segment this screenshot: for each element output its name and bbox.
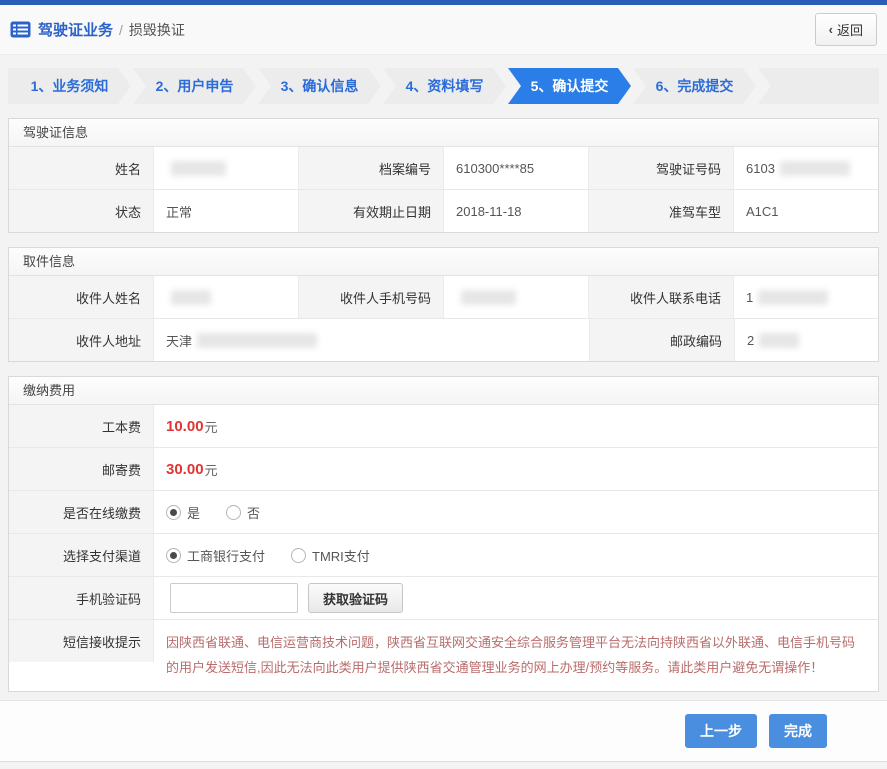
step-4-fill-materials[interactable]: 4、资料填写: [383, 68, 506, 104]
vehicle-type-value: A1C1: [734, 190, 878, 232]
redacted-license-no: [779, 160, 850, 176]
postcode-label: 邮政编码: [590, 319, 735, 361]
recipient-mobile-label: 收件人手机号码: [299, 276, 444, 318]
mailing-fee-amount: 30.00: [166, 460, 204, 478]
back-button-label: 返回: [836, 23, 863, 38]
license-business-icon: [10, 21, 31, 38]
breadcrumb-separator: /: [119, 21, 123, 38]
expiry-value: 2018-11-18: [444, 190, 589, 232]
status-label: 状态: [9, 190, 154, 232]
channel-icbc-label: 工商银行支付: [187, 548, 266, 564]
radio-icon: [166, 504, 181, 520]
recipient-phone-value: 1: [734, 276, 878, 318]
online-pay-label: 是否在线缴费: [9, 491, 154, 533]
status-value: 正常: [154, 190, 299, 232]
redacted-postcode: [759, 332, 800, 348]
sms-notice-label: 短信接收提示: [9, 620, 154, 662]
production-fee-amount: 10.00: [166, 417, 204, 435]
table-row: 收件人地址 天津 邮政编码 2: [9, 319, 878, 361]
online-pay-yes-label: 是: [187, 505, 201, 521]
captcha-label: 手机验证码: [9, 577, 154, 619]
captcha-input[interactable]: [170, 583, 298, 613]
production-fee-label: 工本费: [9, 405, 154, 447]
step-2-user-declaration[interactable]: 2、用户申告: [133, 68, 256, 104]
step-5-confirm-submit[interactable]: 5、确认提交: [508, 68, 631, 104]
online-pay-options: 是 否: [154, 491, 878, 533]
radio-icon: [226, 504, 242, 520]
file-no-label: 档案编号: [299, 147, 444, 189]
table-row: 姓名 档案编号 610300****85 驾驶证号码 6103: [9, 147, 878, 190]
breadcrumb-current: 损毁换证: [128, 21, 185, 38]
online-pay-no-radio[interactable]: 否: [226, 503, 260, 522]
channel-tmri-label: TMRI支付: [312, 548, 370, 564]
fee-unit: 元: [204, 419, 218, 435]
step-1-business-notice[interactable]: 1、业务须知: [8, 68, 131, 104]
payment-panel: 缴纳费用 工本费 10.00 元 邮寄费 30.00 元 是否在线缴费 是 否 …: [8, 376, 879, 692]
production-fee-row: 工本费 10.00 元: [9, 405, 878, 448]
fee-unit: 元: [204, 462, 218, 478]
previous-step-button[interactable]: 上一步: [685, 713, 757, 748]
recipient-phone-label: 收件人联系电话: [589, 276, 734, 318]
license-no-label: 驾驶证号码: [589, 147, 734, 189]
recipient-name-label: 收件人姓名: [9, 276, 154, 318]
redacted-address: [197, 332, 318, 348]
online-pay-row: 是否在线缴费 是 否: [9, 491, 878, 534]
captcha-row: 手机验证码 获取验证码: [9, 577, 878, 620]
recipient-name-value: [154, 276, 299, 318]
recipient-mobile-value: [444, 276, 589, 318]
postcode-value: 2: [735, 319, 878, 361]
production-fee-value: 10.00 元: [154, 405, 878, 447]
payment-channel-label: 选择支付渠道: [9, 534, 154, 576]
table-row: 收件人姓名 收件人手机号码 收件人联系电话 1: [9, 276, 878, 319]
pickup-info-title: 取件信息: [9, 248, 878, 276]
sms-notice-text: 因陕西省联通、电信运营商技术问题，陕西省互联网交通安全综合服务管理平台无法向持陕…: [166, 635, 856, 676]
step-bar-filler: [758, 68, 879, 104]
address-value: 天津: [154, 319, 590, 361]
redacted-recipient-mobile: [461, 289, 516, 305]
channel-icbc-radio[interactable]: 工商银行支付: [166, 546, 265, 565]
captcha-controls: 获取验证码: [154, 577, 878, 619]
name-label: 姓名: [9, 147, 154, 189]
radio-icon: [166, 547, 181, 563]
step-wizard: 1、业务须知 2、用户申告 3、确认信息 4、资料填写 5、确认提交 6、完成提…: [8, 68, 879, 104]
page-header: 驾驶证业务 / 损毁换证 ‹ 返回: [0, 5, 887, 55]
page-title: 驾驶证业务: [38, 22, 114, 39]
license-info-panel: 驾驶证信息 姓名 档案编号 610300****85 驾驶证号码 6103 状态…: [8, 118, 879, 233]
mailing-fee-value: 30.00 元: [154, 448, 878, 490]
sms-notice-row: 短信接收提示 因陕西省联通、电信运营商技术问题，陕西省互联网交通安全综合服务管理…: [9, 620, 878, 691]
get-captcha-button[interactable]: 获取验证码: [308, 583, 404, 613]
back-button[interactable]: ‹ 返回: [814, 13, 877, 46]
redacted-recipient-phone: [758, 289, 829, 305]
channel-tmri-radio[interactable]: TMRI支付: [291, 546, 370, 565]
name-value: [154, 147, 299, 189]
license-info-title: 驾驶证信息: [9, 119, 878, 147]
redacted-name: [171, 160, 226, 176]
expiry-label: 有效期止日期: [299, 190, 444, 232]
payment-channel-options: 工商银行支付 TMRI支付: [154, 534, 878, 576]
address-label: 收件人地址: [9, 319, 154, 361]
mailing-fee-label: 邮寄费: [9, 448, 154, 490]
mailing-fee-row: 邮寄费 30.00 元: [9, 448, 878, 491]
pickup-info-panel: 取件信息 收件人姓名 收件人手机号码 收件人联系电话 1 收件人地址 天津 邮政…: [8, 247, 879, 362]
file-no-value: 610300****85: [444, 147, 589, 189]
payment-title: 缴纳费用: [9, 377, 878, 405]
step-3-confirm-info[interactable]: 3、确认信息: [258, 68, 381, 104]
footer-actions: 上一步 完成: [0, 699, 887, 762]
finish-button[interactable]: 完成: [769, 713, 827, 748]
vehicle-type-label: 准驾车型: [589, 190, 734, 232]
payment-channel-row: 选择支付渠道 工商银行支付 TMRI支付: [9, 534, 878, 577]
radio-icon: [291, 547, 307, 563]
online-pay-no-label: 否: [247, 505, 261, 521]
step-6-complete-submit[interactable]: 6、完成提交: [633, 68, 756, 104]
redacted-recipient-name: [171, 289, 211, 305]
table-row: 状态 正常 有效期止日期 2018-11-18 准驾车型 A1C1: [9, 190, 878, 232]
back-chevron-icon: ‹: [828, 22, 833, 37]
online-pay-yes-radio[interactable]: 是: [166, 503, 200, 522]
license-no-value: 6103: [734, 147, 878, 189]
